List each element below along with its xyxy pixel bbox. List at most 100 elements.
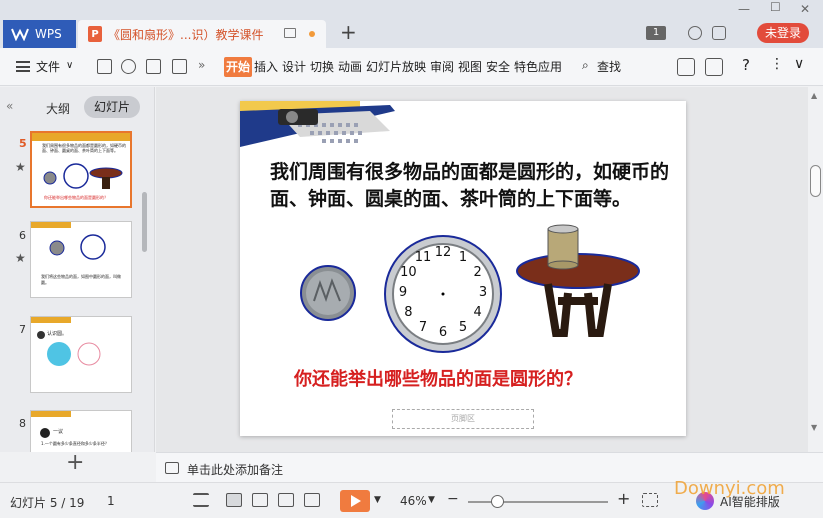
notes-icon [165,462,179,474]
canvas-scrollbar[interactable]: ▲ ▼ [808,87,823,452]
clock-numeral: 4 [473,305,482,320]
window-count-badge[interactable]: 1 [646,26,666,40]
document-tab[interactable]: P 《圆和扇形》...识）教学课件 [78,20,326,48]
slide-counter: 幻灯片 5 / 19 [10,496,85,510]
thumbnail-5-question: 你还能举出哪些物品的面是圆形的？ [44,195,108,200]
help-icon[interactable]: ? [742,56,750,74]
collapse-ribbon-icon[interactable]: ∨ [794,56,804,72]
slide-thumbnail-7[interactable]: 认识圆。 [30,316,132,393]
thumbnail-6-text: 我们将这些物品的面，如图中圆形的面，叫做圆。 [41,274,121,285]
fit-window-icon[interactable] [642,493,658,507]
zoom-in-icon[interactable]: + [617,489,630,508]
wps-home-tab[interactable]: WPS [3,20,76,48]
tab-transition[interactable]: 切换 [310,58,334,75]
slide-panel: « 大纲 幻灯片 5 ★ 我们周围有很多物品的面都是圆形的，如硬币的面、钟面、圆… [0,87,155,452]
clock-numeral: 7 [418,319,428,335]
slide-body-text[interactable]: 我们周围有很多物品的面都是圆形的，如硬币的面、钟面、圆桌的面、茶叶筒的上下面等。 [270,159,670,213]
thumbnail-list: 5 ★ 我们周围有很多物品的面都是圆形的，如硬币的面、钟面、圆桌的面、茶叶筒的上… [0,125,150,452]
chevron-down-icon[interactable]: ∨ [66,60,73,71]
save-icon[interactable] [97,59,112,74]
close-icon[interactable]: ✕ [800,2,810,16]
print-icon[interactable] [146,59,161,74]
tab-start[interactable]: 开始 [224,57,252,77]
zoom-chevron-icon[interactable]: ▼ [428,495,435,505]
page-indicator: 1 [107,494,115,508]
presentation-file-icon: P [88,26,102,42]
slide-thumbnail-6[interactable]: 我们将这些物品的面，如图中圆形的面，叫做圆。 [30,221,132,298]
add-slide-button[interactable]: + [66,452,84,474]
slide-canvas: 12 1 2 3 4 5 6 7 8 9 10 11 我们周围有很多物品的面都是圆形的，如硬币的面、钟… [156,87,808,452]
reading-view-icon[interactable] [278,493,294,507]
wps-logo-icon [11,28,29,41]
sorter-view-icon[interactable] [252,493,268,507]
tab-animation[interactable]: 动画 [338,58,362,75]
share-icon[interactable] [677,58,695,76]
current-slide[interactable]: 12 1 2 3 4 5 6 7 8 9 10 11 我们周围有很多物品的面都是圆形的，如硬币的面、钟… [240,101,686,436]
notes-placeholder[interactable]: 单击此处添加备注 [187,461,283,478]
screen-icon[interactable] [284,28,296,38]
thumbnail-number: 5 [19,137,27,150]
scroll-down-icon[interactable]: ▼ [811,423,817,432]
normal-view-icon[interactable] [226,493,242,507]
tab-insert[interactable]: 插入 [254,58,278,75]
collapse-panel-icon[interactable]: « [6,99,13,113]
print-preview-icon[interactable] [172,59,187,74]
slide-thumbnail-8[interactable]: 一议 1.一个圆有多少条直径和多少条半径？ [30,410,132,452]
panel-scrollbar[interactable] [142,192,147,252]
thumbnail-number: 6 [19,229,26,242]
tab-view[interactable]: 视图 [458,58,482,75]
clock-numeral: 1 [458,250,468,266]
thumbnail-7-text: 认识圆。 [47,331,68,337]
sync-icon[interactable] [688,26,702,40]
tab-review[interactable]: 审阅 [430,58,454,75]
clock-numeral: 2 [473,265,482,280]
wps-tab-label: WPS [35,27,62,41]
scroll-up-icon[interactable]: ▲ [811,91,817,100]
maximize-icon[interactable]: ☐ [770,0,781,14]
thumbnail-number: 7 [19,323,26,336]
minimize-icon[interactable]: — [738,2,750,16]
format-painter-icon[interactable] [121,59,136,74]
tab-outline[interactable]: 大纲 [46,100,70,117]
file-menu[interactable]: 文件 [36,58,60,75]
tab-features[interactable]: 特色应用 [514,58,562,75]
login-button[interactable]: 未登录 [757,23,809,43]
animation-star-icon: ★ [15,160,26,174]
zoom-slider-knob[interactable] [491,495,504,508]
slide-thumbnail-5[interactable]: 我们周围有很多物品的面都是圆形的，如硬币的面、钟面、圆桌的面、茶叶筒的上下面等。… [30,131,132,208]
clock-numeral: 9 [398,285,408,300]
clock-numeral: 8 [404,305,413,320]
slide-question-text[interactable]: 你还能举出哪些物品的面是圆形的？ [294,365,582,391]
clock-numeral: 12 [434,245,452,260]
footer-placeholder[interactable]: 页脚区 [392,409,534,429]
clock-numeral: 5 [458,319,468,335]
notes-toggle-icon[interactable] [193,493,209,507]
tab-slideshow[interactable]: 幻灯片放映 [366,58,426,75]
more-icon[interactable]: ⋮ [770,56,784,72]
zoom-out-icon[interactable]: − [447,491,459,507]
thumbnail-7-graphic [31,317,101,366]
menu-icon[interactable] [16,61,30,72]
clock-numeral: 3 [478,285,488,300]
scrollbar-thumb[interactable] [810,165,821,197]
tab-slides[interactable]: 幻灯片 [84,96,140,118]
export-icon[interactable] [705,58,723,76]
search-button[interactable]: 查找 [597,58,621,75]
thumbnail-8-text: 1.一个圆有多少条直径和多少条半径？ [41,441,109,446]
thumbnail-5-text: 我们周围有很多物品的面都是圆形的，如硬币的面、钟面、圆桌的面、茶叶筒的上下面等。 [42,143,126,153]
zoom-level[interactable]: 46% [400,494,427,508]
new-tab-button[interactable]: + [340,22,357,42]
title-bar: WPS P 《圆和扇形》...识）教学课件 + — ☐ ✕ 1 未登录 [0,0,823,48]
more-arrows-icon[interactable]: » [198,58,205,72]
tab-design[interactable]: 设计 [282,58,306,75]
watermark: Downyi.com [674,478,785,499]
zoom-slider-track[interactable] [468,501,608,503]
skin-icon[interactable] [712,26,726,40]
search-icon[interactable]: ⌕ [582,58,589,73]
play-slideshow-button[interactable] [340,490,370,512]
thumbnail-number: 8 [19,417,26,430]
tab-security[interactable]: 安全 [486,58,510,75]
menu-bar: 文件 ∨ » 开始 插入 设计 切换 动画 幻灯片放映 审阅 视图 安全 特色应… [0,48,823,86]
presenter-view-icon[interactable] [304,493,320,507]
play-options-chevron-icon[interactable]: ▼ [374,495,381,505]
